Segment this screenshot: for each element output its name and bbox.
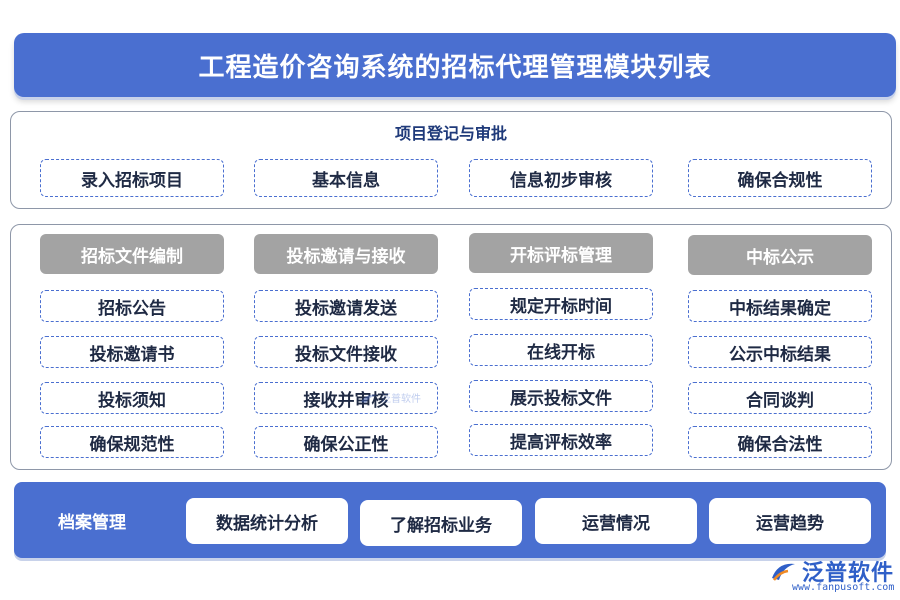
column-heading: 投标邀请与接收 — [254, 234, 438, 274]
column-item: 在线开标 — [469, 334, 653, 366]
registration-heading-wrap: 项目登记与审批 — [10, 120, 892, 144]
column-item: 合同谈判 — [688, 382, 872, 414]
registration-item: 信息初步审核 — [469, 159, 653, 197]
column-item: 投标须知 — [40, 382, 224, 414]
registration-item: 录入招标项目 — [40, 159, 224, 197]
column-item: 提高评标效率 — [469, 424, 653, 456]
column-item: 确保公正性 — [254, 426, 438, 458]
column-item: 投标邀请书 — [40, 336, 224, 368]
column-item: 规定开标时间 — [469, 288, 653, 320]
page-title: 工程造价咨询系统的招标代理管理模块列表 — [198, 52, 712, 83]
watermark-text: 泛普软件 — [381, 394, 421, 405]
registration-item: 基本信息 — [254, 159, 438, 197]
column-item: 公示中标结果 — [688, 336, 872, 368]
fanpu-watermark-icon — [361, 394, 377, 403]
column-heading: 开标评标管理 — [469, 233, 653, 273]
fanpu-logo-icon — [772, 563, 795, 581]
registration-heading: 项目登记与审批 — [394, 124, 507, 143]
logo-url: www.fanpusoft.com — [792, 582, 895, 593]
archive-item: 运营趋势 — [709, 498, 871, 544]
column-item: 中标结果确定 — [688, 290, 872, 322]
archive-item: 数据统计分析 — [186, 498, 348, 544]
column-item: 确保合法性 — [688, 426, 872, 458]
column-item: 招标公告 — [40, 290, 224, 322]
archive-item: 运营情况 — [535, 498, 697, 544]
column-heading: 中标公示 — [688, 235, 872, 275]
column-heading: 招标文件编制 — [40, 234, 224, 274]
archive-label: 档案管理 — [58, 513, 126, 533]
archive-item: 了解招标业务 — [360, 500, 522, 546]
column-item: 确保规范性 — [40, 426, 224, 458]
column-item: 投标邀请发送 — [254, 290, 438, 322]
column-item: 展示投标文件 — [469, 380, 653, 412]
registration-item: 确保合规性 — [688, 159, 872, 197]
column-item: 投标文件接收 — [254, 336, 438, 368]
title-banner: 工程造价咨询系统的招标代理管理模块列表 — [14, 33, 896, 97]
watermark: 泛普软件 — [360, 390, 421, 405]
